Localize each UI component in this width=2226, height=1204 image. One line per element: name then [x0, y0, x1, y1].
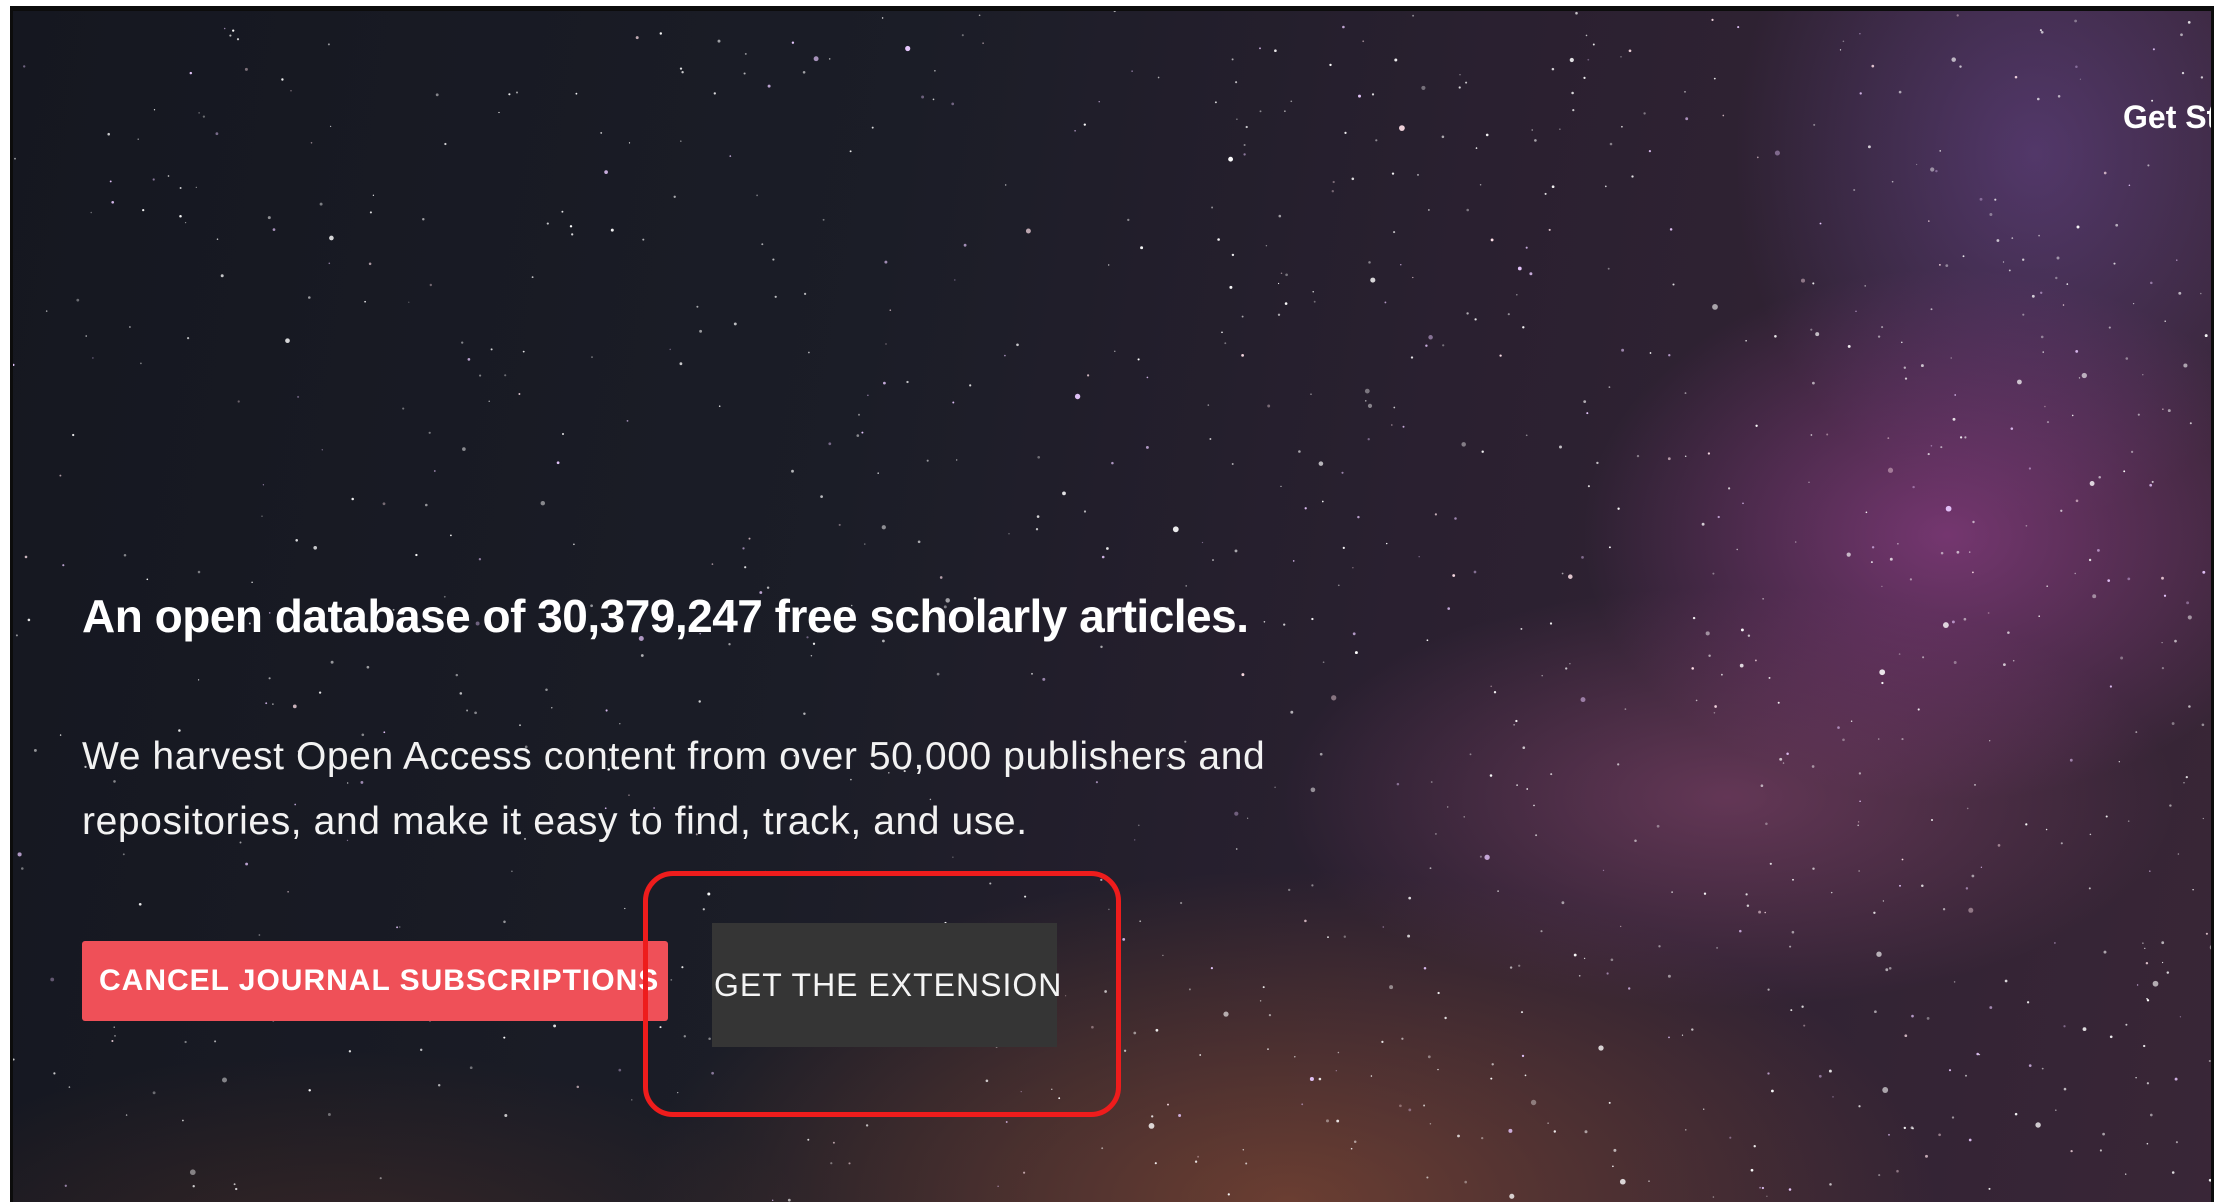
- hero-headline: An open database of 30,379,247 free scho…: [82, 590, 1249, 642]
- cancel-journal-subscriptions-button[interactable]: CANCEL JOURNAL SUBSCRIPTIONS: [82, 941, 668, 1021]
- get-the-extension-button[interactable]: GET THE EXTENSION: [712, 923, 1061, 1047]
- hero-subtext: We harvest Open Access content from over…: [82, 735, 1266, 843]
- screenshot-frame: Get Started An open database of 30,379,2…: [10, 6, 2214, 1202]
- nav-get-started-link[interactable]: Get Started: [2123, 99, 2211, 136]
